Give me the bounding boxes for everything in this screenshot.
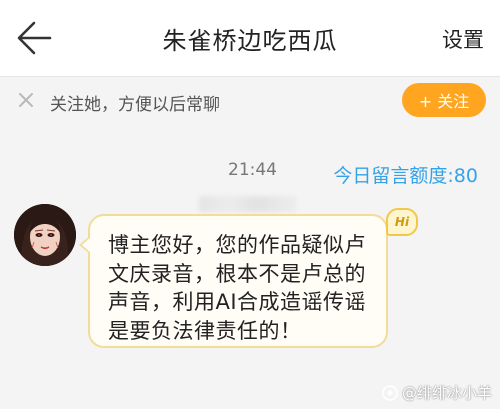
top-nav-bar: 朱雀桥边吃西瓜 设置 — [0, 0, 500, 77]
watermark: @绯绯冰小羊 — [382, 382, 492, 403]
arrow-left-icon — [17, 21, 52, 55]
message-bubble[interactable]: 博主您好，您的作品疑似卢文庆录音，根本不是卢总的声音，利用AI合成造谣传谣是要负… — [79, 214, 388, 348]
hi-badge: Hi — [386, 208, 418, 236]
back-button[interactable] — [14, 18, 58, 58]
message-text: 博主您好，您的作品疑似卢文庆录音，根本不是卢总的声音，利用AI合成造谣传谣是要负… — [108, 233, 367, 343]
follow-prompt-bar: 关注她，方便以后常聊 + 关注 — [0, 77, 500, 125]
blurred-sender-name — [199, 196, 297, 212]
watermark-text: @绯绯冰小羊 — [401, 384, 492, 402]
settings-button[interactable]: 设置 — [442, 24, 484, 54]
follow-prompt-text: 关注她，方便以后常聊 — [50, 95, 220, 115]
sender-avatar[interactable] — [14, 204, 76, 266]
follow-button[interactable]: + 关注 — [402, 83, 486, 117]
close-icon — [19, 93, 33, 107]
message-timestamp: 21:44 — [228, 160, 277, 180]
watermark-logo-icon — [382, 384, 398, 401]
avatar-woman-icon — [14, 204, 76, 266]
page-title: 朱雀桥边吃西瓜 — [162, 26, 338, 55]
close-prompt-button[interactable] — [16, 90, 36, 110]
message-quota: 今日留言额度:80 — [333, 165, 478, 187]
